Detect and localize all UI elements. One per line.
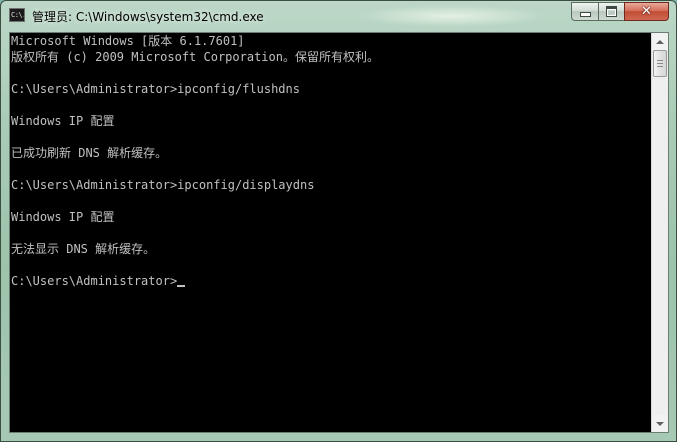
console-line: Microsoft Windows [版本 6.1.7601] xyxy=(11,34,245,48)
close-icon: ✕ xyxy=(641,4,652,19)
console-line: C:\Users\Administrator>ipconfig/displayd… xyxy=(11,178,315,192)
console-area[interactable]: Microsoft Windows [版本 6.1.7601] 版权所有 (c)… xyxy=(9,32,669,433)
vertical-scrollbar[interactable] xyxy=(651,33,668,432)
console-line: Windows IP 配置 xyxy=(11,210,115,224)
console-output[interactable]: Microsoft Windows [版本 6.1.7601] 版权所有 (c)… xyxy=(10,33,652,432)
console-line: 无法显示 DNS 解析缓存。 xyxy=(11,242,156,256)
grip-line xyxy=(657,66,663,67)
command-prompt: C:\Users\Administrator> xyxy=(11,274,178,288)
console-line: 已成功刷新 DNS 解析缓存。 xyxy=(11,146,168,160)
close-button[interactable]: ✕ xyxy=(624,2,669,21)
maximize-button[interactable] xyxy=(598,2,624,21)
grip-line xyxy=(657,60,663,61)
title-bar-glow xyxy=(356,5,546,27)
title-bar[interactable]: C:\. 管理员: C:\Windows\system32\cmd.exe ✕ xyxy=(1,1,676,32)
window-title: 管理员: C:\Windows\system32\cmd.exe xyxy=(32,10,264,24)
chevron-up-icon xyxy=(656,39,664,44)
cmd-window: C:\. 管理员: C:\Windows\system32\cmd.exe ✕ … xyxy=(0,0,677,442)
caption-buttons: ✕ xyxy=(571,2,669,21)
command-prompt-line[interactable]: C:\Users\Administrator> xyxy=(11,273,186,289)
minimize-button[interactable] xyxy=(571,2,598,21)
grip-line xyxy=(657,63,663,64)
console-line: C:\Users\Administrator>ipconfig/flushdns xyxy=(11,82,300,96)
scroll-thumb[interactable] xyxy=(653,50,667,77)
scroll-down-button[interactable] xyxy=(652,415,668,432)
minimize-icon xyxy=(579,12,591,17)
text-cursor xyxy=(177,285,186,287)
console-line: 版权所有 (c) 2009 Microsoft Corporation。保留所有… xyxy=(11,50,379,64)
cmd-icon[interactable]: C:\. xyxy=(9,8,25,22)
console-line: Windows IP 配置 xyxy=(11,114,115,128)
scroll-up-button[interactable] xyxy=(652,33,668,50)
chevron-down-icon xyxy=(656,421,664,426)
maximize-icon xyxy=(606,6,617,17)
